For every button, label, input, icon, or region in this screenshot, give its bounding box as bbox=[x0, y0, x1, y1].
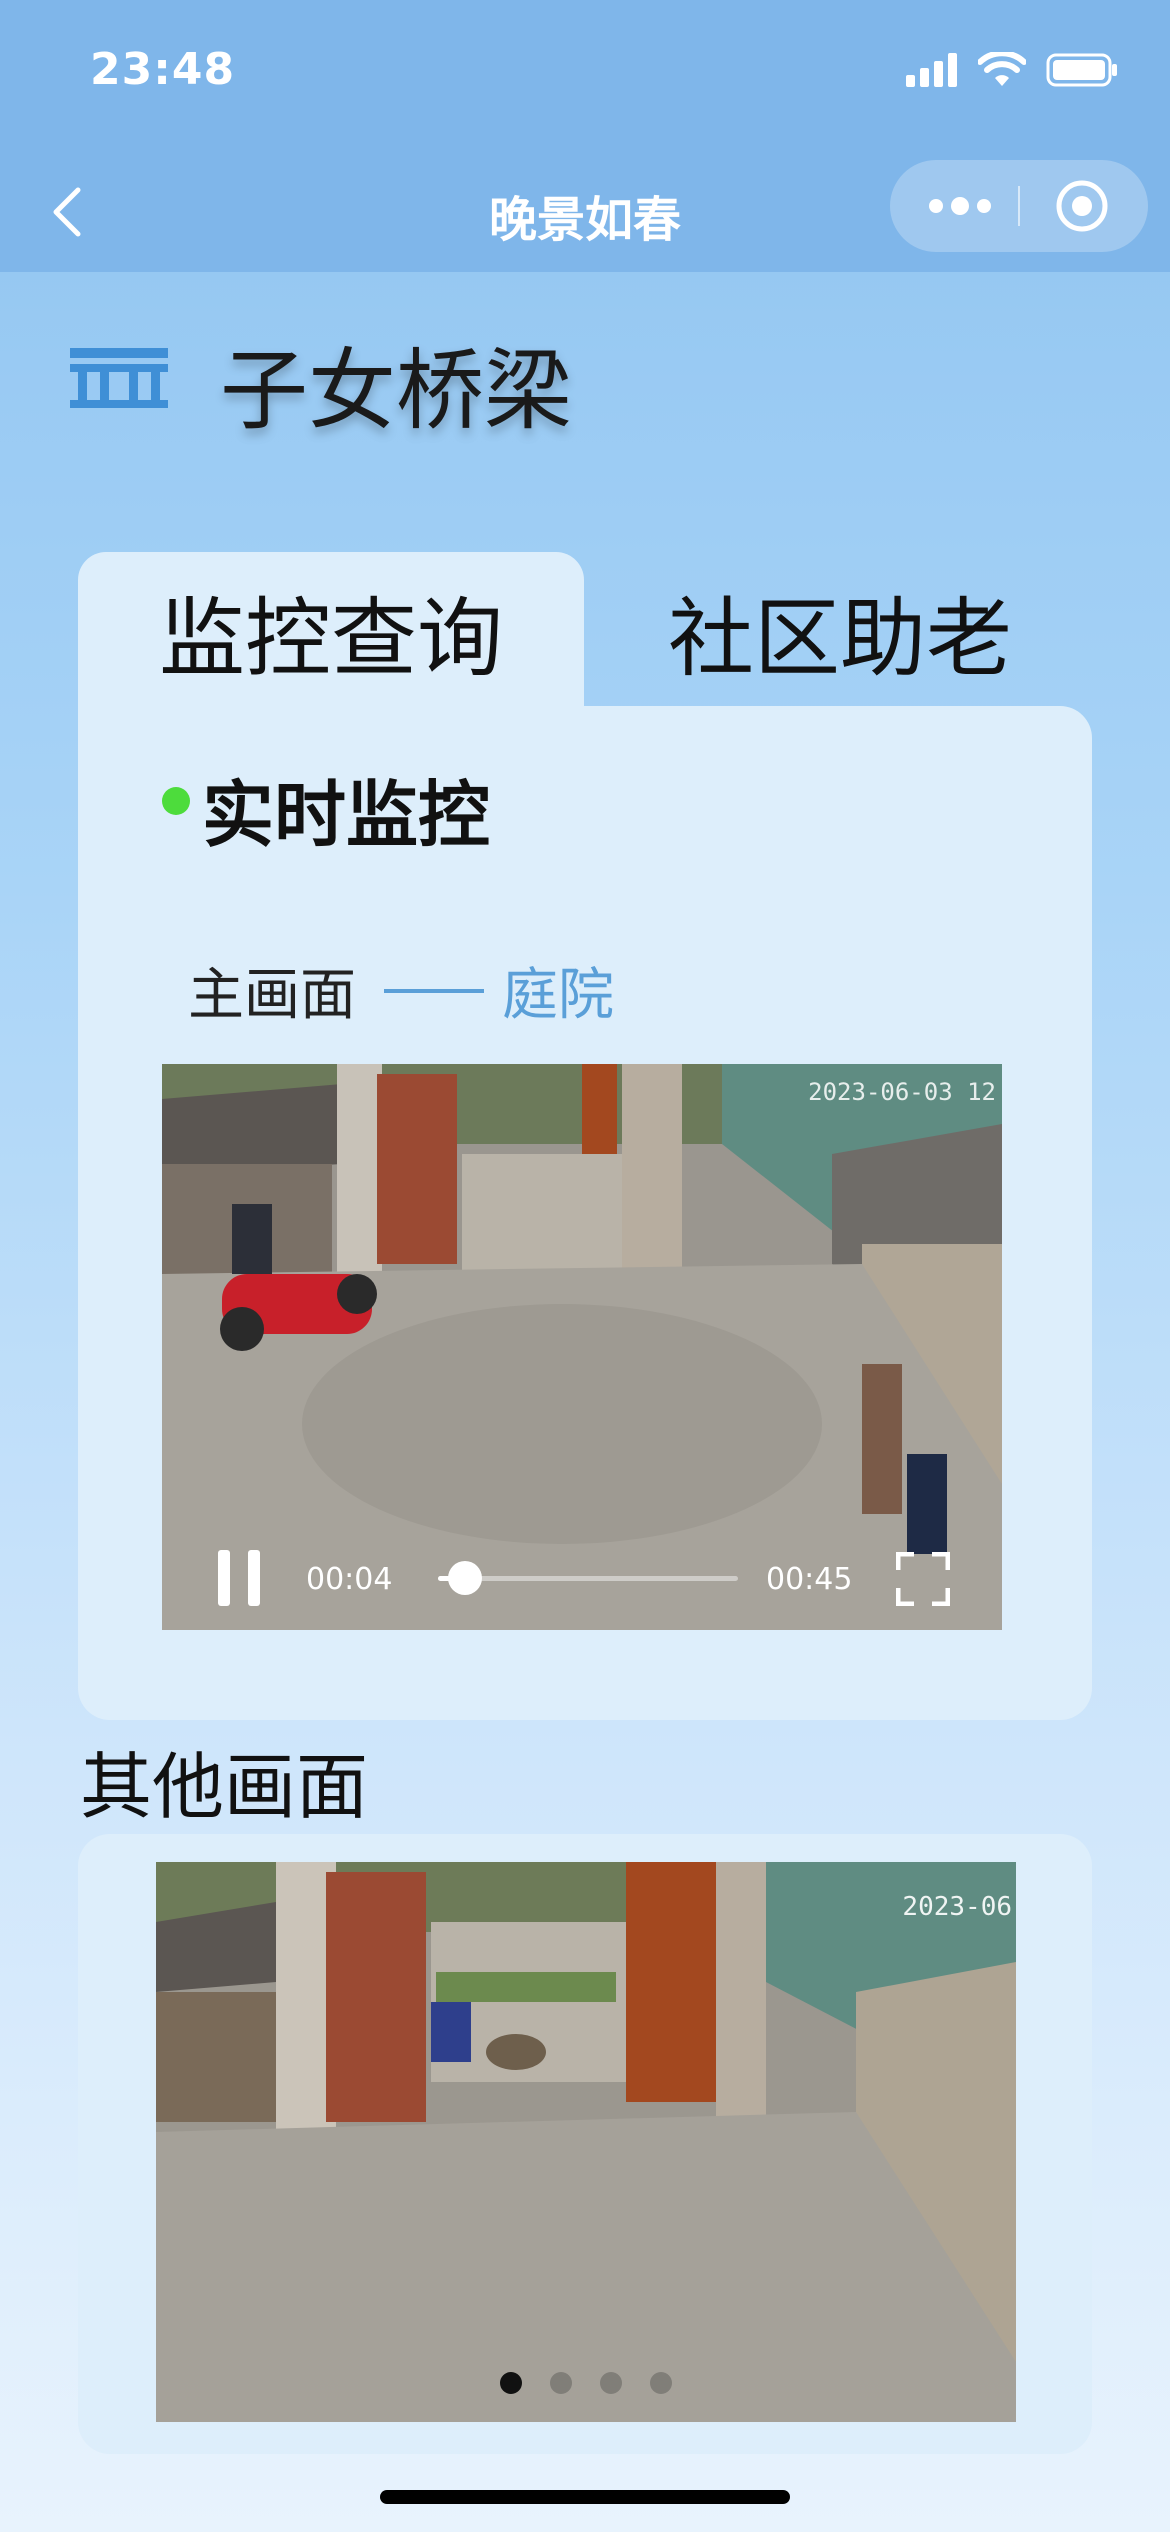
main-view-text: 主画面 bbox=[188, 963, 356, 1028]
video-timestamp: 2023-06-03 12 bbox=[808, 1078, 996, 1106]
carousel-dot[interactable] bbox=[650, 2372, 672, 2394]
secondary-camera-feed[interactable]: 2023-06 bbox=[156, 1862, 1016, 2422]
progress-knob[interactable] bbox=[448, 1561, 482, 1595]
battery-icon bbox=[1046, 53, 1117, 87]
tab-community-elder-care[interactable]: 社区助老 bbox=[620, 552, 1060, 708]
pause-icon[interactable] bbox=[218, 1550, 264, 1606]
nav-bar: 晚景如春 bbox=[0, 150, 1170, 272]
video-controls: 00:04 00:45 bbox=[162, 1510, 1002, 1630]
label-separator bbox=[384, 988, 484, 993]
carousel-dot[interactable] bbox=[600, 2372, 622, 2394]
carousel-dot[interactable] bbox=[500, 2372, 522, 2394]
other-views-title: 其他画面 bbox=[80, 1745, 369, 1829]
mini-program-capsule bbox=[890, 160, 1148, 252]
status-time: 23:48 bbox=[90, 44, 236, 95]
courtyard-camera-feed-2 bbox=[156, 1862, 1016, 2422]
carousel-indicator bbox=[156, 2372, 1016, 2394]
status-bar: 23:48 bbox=[0, 0, 1170, 150]
status-icons bbox=[906, 52, 1118, 88]
signal-icon bbox=[906, 53, 957, 87]
video-current-time: 00:04 bbox=[306, 1562, 393, 1597]
video-progress-slider[interactable] bbox=[438, 1561, 738, 1595]
live-indicator-dot bbox=[162, 787, 190, 815]
main-view-label: 主画面 庭院 bbox=[188, 950, 614, 1031]
camera-location: 庭院 bbox=[502, 963, 614, 1028]
close-target-icon[interactable] bbox=[1055, 179, 1109, 233]
home-indicator bbox=[380, 2490, 790, 2504]
fullscreen-icon[interactable] bbox=[896, 1552, 950, 1606]
video-timestamp-2: 2023-06 bbox=[902, 1892, 1012, 1922]
wifi-icon bbox=[978, 52, 1026, 86]
section-title: 子女桥梁 bbox=[220, 339, 573, 442]
video-total-time: 00:45 bbox=[766, 1562, 853, 1597]
carousel-dot[interactable] bbox=[550, 2372, 572, 2394]
live-monitor-title: 实时监控 bbox=[202, 773, 491, 857]
more-icon[interactable] bbox=[928, 190, 992, 222]
bridge-icon bbox=[70, 348, 168, 408]
tab-monitor-query[interactable]: 监控查询 bbox=[78, 552, 584, 708]
main-video-player[interactable]: 2023-06-03 12 00:04 00:45 bbox=[162, 1064, 1002, 1630]
capsule-divider bbox=[1018, 186, 1020, 226]
